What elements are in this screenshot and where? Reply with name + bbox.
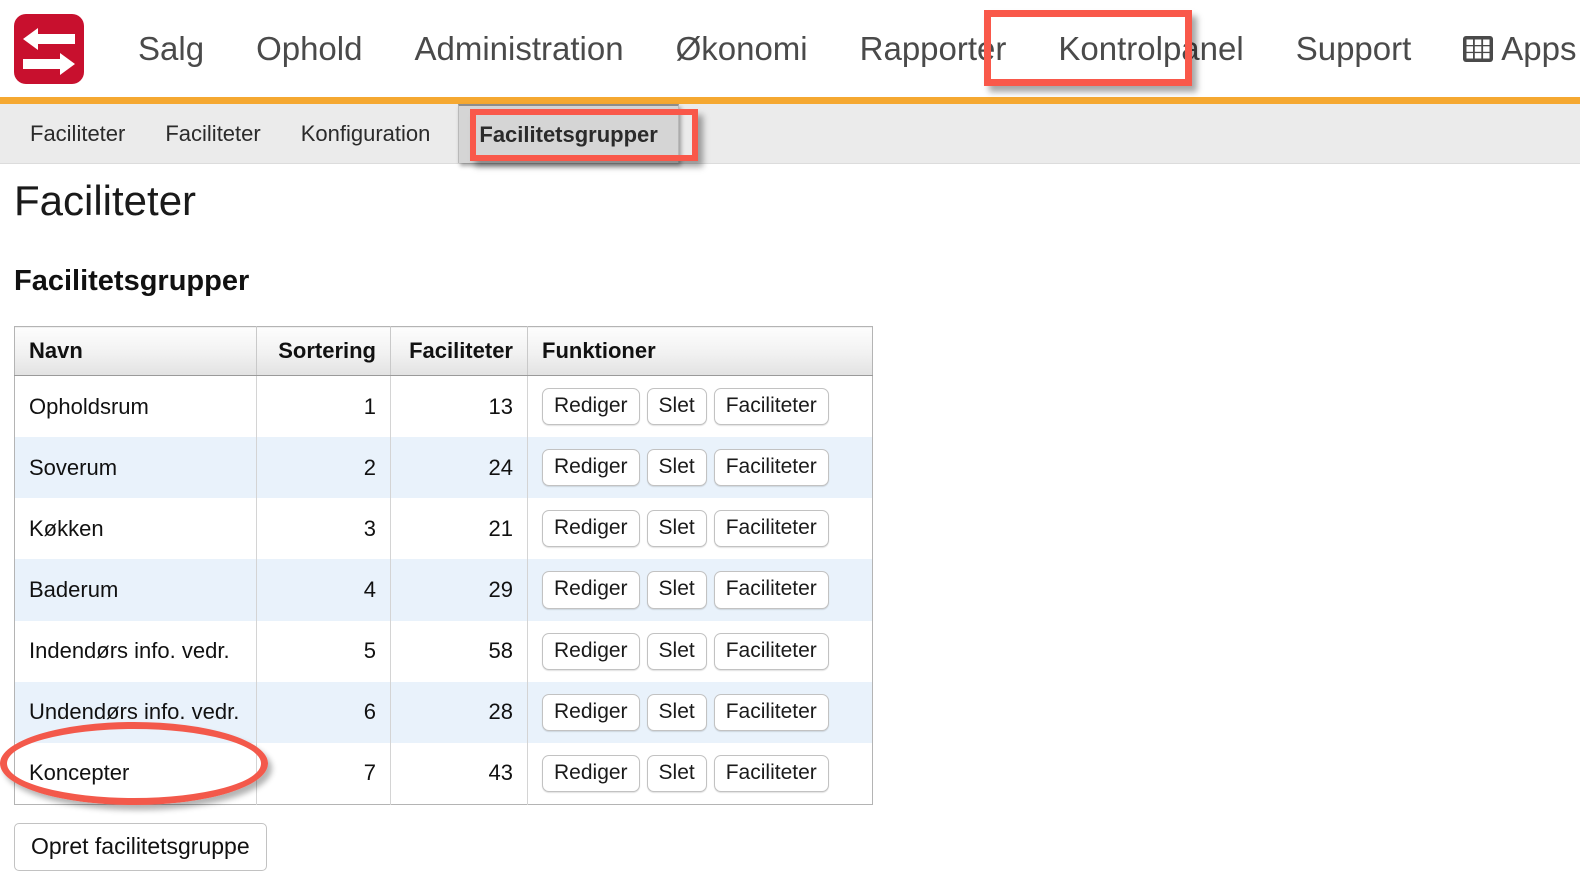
cell-faciliteter: 43: [390, 742, 528, 805]
cell-faciliteter: 21: [390, 498, 528, 560]
delete-button[interactable]: Slet: [646, 449, 707, 487]
delete-button[interactable]: Slet: [646, 632, 707, 670]
cell-navn: Koncepter: [14, 742, 257, 805]
facility-groups-table: Navn Sortering Faciliteter Funktioner Op…: [14, 326, 873, 805]
edit-button[interactable]: Rediger: [542, 510, 640, 548]
table-row: Koncepter 7 43 Rediger Slet Faciliteter: [14, 742, 873, 805]
cell-navn: Soverum: [14, 437, 257, 499]
section-title: Facilitetsgrupper: [14, 265, 250, 297]
edit-button[interactable]: Rediger: [542, 388, 640, 426]
nav-item-apps[interactable]: Apps: [1437, 0, 1580, 97]
cell-faciliteter: 28: [390, 681, 528, 743]
facilities-button[interactable]: Faciliteter: [713, 571, 829, 609]
nav-item-ophold[interactable]: Ophold: [230, 0, 388, 97]
edit-button[interactable]: Rediger: [542, 449, 640, 487]
table-row: Indendørs info. vedr. 5 58 Rediger Slet Fa…: [14, 620, 873, 682]
cell-sortering: 2: [256, 437, 391, 499]
page-content: Faciliteter Facilitetsgrupper Navn Sorte…: [0, 165, 1580, 871]
facilities-button[interactable]: Faciliteter: [713, 510, 829, 548]
cell-navn: Indendørs info. vedr.: [14, 620, 257, 682]
cell-funktioner: Rediger Slet Faciliteter: [528, 621, 873, 682]
column-header-navn[interactable]: Navn: [14, 326, 257, 376]
facilities-button[interactable]: Faciliteter: [713, 449, 829, 487]
create-group-wrapper: Opret facilitetsgruppe: [14, 822, 1580, 871]
nav-item-kontrolpanel[interactable]: Kontrolpanel: [1032, 0, 1269, 97]
cell-navn: Opholdsrum: [14, 375, 257, 438]
delete-button[interactable]: Slet: [646, 510, 707, 548]
subtab-faciliteter-2[interactable]: Faciliteter: [145, 104, 280, 163]
arrow-left-icon: [23, 27, 75, 50]
table-header-row: Navn Sortering Faciliteter Funktioner: [14, 326, 873, 376]
sub-nav-items: Faciliteter Faciliteter Konfiguration Fa…: [0, 104, 1580, 163]
table-row: Køkken 3 21 Rediger Slet Faciliteter: [14, 498, 873, 560]
delete-button[interactable]: Slet: [646, 571, 707, 609]
facilities-button[interactable]: Faciliteter: [713, 632, 829, 670]
app-logo[interactable]: [14, 13, 84, 84]
column-header-faciliteter[interactable]: Faciliteter: [390, 326, 528, 376]
nav-item-rapporter[interactable]: Rapporter: [834, 0, 1033, 97]
column-header-sortering[interactable]: Sortering: [256, 326, 391, 376]
cell-navn: Undendørs info. vedr.: [14, 681, 257, 743]
edit-button[interactable]: Rediger: [542, 693, 640, 731]
create-facility-group-button[interactable]: Opret facilitetsgruppe: [14, 822, 267, 871]
delete-button[interactable]: Slet: [646, 388, 707, 426]
cell-sortering: 4: [256, 559, 391, 621]
cell-faciliteter: 58: [390, 620, 528, 682]
cell-sortering: 5: [256, 620, 391, 682]
cell-faciliteter: 29: [390, 559, 528, 621]
arrow-right-icon: [23, 52, 75, 75]
cell-sortering: 3: [256, 498, 391, 560]
accent-bar: [0, 97, 1580, 104]
table-row: Baderum 4 29 Rediger Slet Faciliteter: [14, 559, 873, 621]
table-head: Navn Sortering Faciliteter Funktioner: [14, 326, 873, 376]
cell-funktioner: Rediger Slet Faciliteter: [528, 376, 873, 438]
nav-item-administration[interactable]: Administration: [388, 0, 649, 97]
cell-faciliteter: 13: [390, 375, 528, 438]
subtab-faciliteter-1[interactable]: Faciliteter: [10, 104, 145, 163]
cell-navn: Baderum: [14, 559, 257, 621]
table-body: Opholdsrum 1 13 Rediger Slet Faciliteter S…: [14, 375, 873, 805]
top-nav-items: Salg Ophold Administration Økonomi Rappo…: [112, 0, 1580, 97]
subtab-facilitetsgrupper[interactable]: Facilitetsgrupper: [458, 104, 679, 163]
cell-funktioner: Rediger Slet Faciliteter: [527, 681, 873, 743]
table-row: Undendørs info. vedr. 6 28 Rediger Slet Fa…: [14, 681, 873, 743]
edit-button[interactable]: Rediger: [542, 571, 640, 609]
table-row: Opholdsrum 1 13 Rediger Slet Faciliteter: [14, 375, 873, 438]
apps-grid-icon: [1463, 35, 1494, 62]
sub-navigation-bar: Faciliteter Faciliteter Konfiguration Fa…: [0, 104, 1580, 164]
cell-sortering: 7: [256, 742, 391, 805]
cell-sortering: 6: [256, 681, 391, 743]
facilities-button[interactable]: Faciliteter: [713, 754, 829, 792]
cell-funktioner: Rediger Slet Faciliteter: [528, 498, 873, 559]
cell-funktioner: Rediger Slet Faciliteter: [528, 743, 873, 805]
nav-item-salg[interactable]: Salg: [112, 0, 230, 97]
subtab-konfiguration[interactable]: Konfiguration: [281, 104, 451, 163]
page-title: Faciliteter: [14, 177, 197, 224]
cell-sortering: 1: [256, 375, 391, 438]
nav-item-apps-label: Apps: [1501, 29, 1577, 67]
top-navigation-bar: Salg Ophold Administration Økonomi Rappo…: [0, 0, 1580, 97]
edit-button[interactable]: Rediger: [542, 754, 640, 792]
facilities-button[interactable]: Faciliteter: [713, 388, 829, 426]
facilities-button[interactable]: Faciliteter: [713, 693, 829, 731]
table-row: Soverum 2 24 Rediger Slet Faciliteter: [14, 437, 873, 499]
nav-item-support[interactable]: Support: [1270, 0, 1438, 97]
cell-faciliteter: 24: [390, 437, 528, 499]
cell-navn: Køkken: [14, 498, 257, 560]
edit-button[interactable]: Rediger: [542, 632, 640, 670]
column-header-funktioner[interactable]: Funktioner: [527, 326, 873, 376]
delete-button[interactable]: Slet: [646, 693, 707, 731]
cell-funktioner: Rediger Slet Faciliteter: [527, 437, 873, 499]
nav-item-okonomi[interactable]: Økonomi: [650, 0, 834, 97]
facility-groups-table-wrapper: Navn Sortering Faciliteter Funktioner Op…: [14, 326, 1580, 805]
delete-button[interactable]: Slet: [646, 754, 707, 792]
cell-funktioner: Rediger Slet Faciliteter: [527, 559, 873, 621]
